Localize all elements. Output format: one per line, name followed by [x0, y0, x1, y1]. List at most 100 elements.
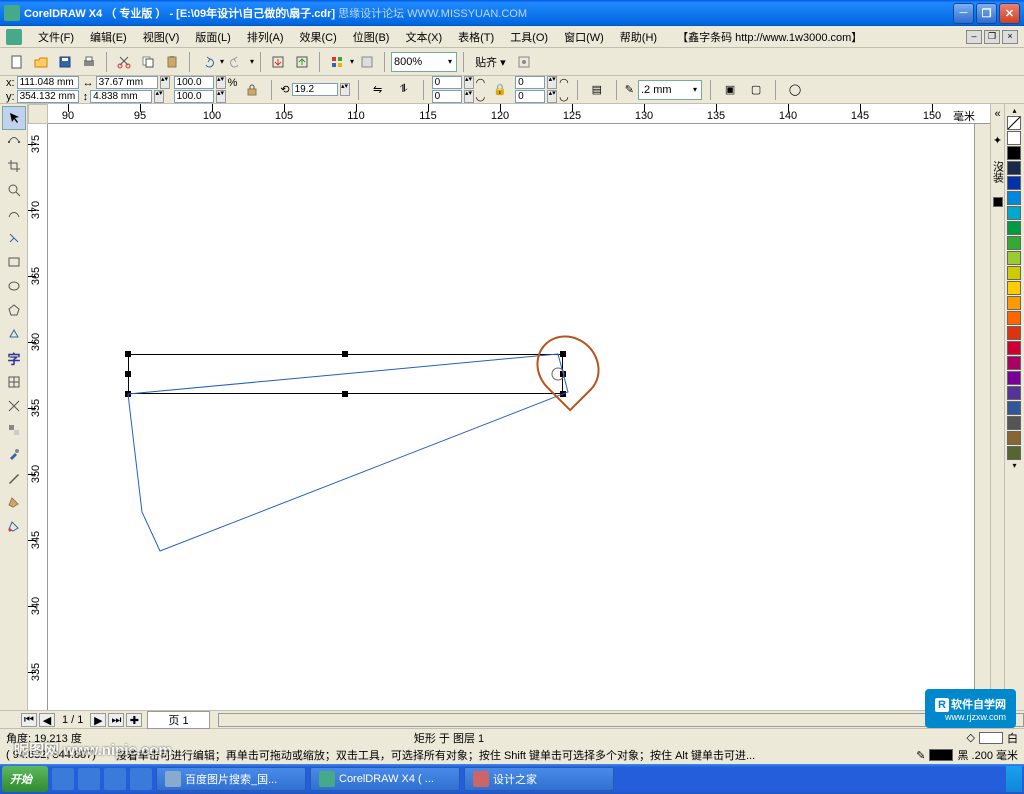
- fill-tool[interactable]: [2, 490, 26, 514]
- color-swatch[interactable]: [1007, 341, 1021, 355]
- mirror-h-icon[interactable]: ⇋: [367, 79, 389, 101]
- horizontal-ruler[interactable]: 9095100105110115120125130135140145150毫米: [48, 104, 990, 124]
- vertical-ruler[interactable]: 375370365360355350345340335: [28, 124, 48, 710]
- mirror-v-icon[interactable]: ⥮: [393, 79, 415, 101]
- smart-draw-tool[interactable]: [2, 226, 26, 250]
- mdi-close[interactable]: ×: [1002, 30, 1018, 44]
- outline-swatch[interactable]: [929, 749, 953, 761]
- copy-icon[interactable]: [137, 51, 159, 73]
- shape-tool[interactable]: [2, 130, 26, 154]
- pos-x-input[interactable]: [17, 76, 79, 89]
- zoom-level-select[interactable]: ▾: [391, 52, 457, 72]
- width-input[interactable]: [96, 76, 158, 89]
- pick-tool[interactable]: [2, 106, 26, 130]
- new-icon[interactable]: [6, 51, 28, 73]
- menu-view[interactable]: 视图(V): [135, 27, 188, 47]
- color-swatch[interactable]: [1007, 281, 1021, 295]
- ruler-origin[interactable]: [28, 104, 48, 124]
- color-swatch[interactable]: [1007, 176, 1021, 190]
- export-icon[interactable]: [291, 51, 313, 73]
- table-tool[interactable]: [2, 370, 26, 394]
- print-icon[interactable]: [78, 51, 100, 73]
- color-swatch[interactable]: [1007, 191, 1021, 205]
- color-swatch[interactable]: [1007, 386, 1021, 400]
- corner-a-input[interactable]: [432, 76, 462, 89]
- convert-curves-icon[interactable]: ◯: [784, 79, 806, 101]
- fill-indicator-icon[interactable]: ◇: [967, 731, 975, 744]
- minimize-button[interactable]: ─: [953, 3, 974, 24]
- save-icon[interactable]: [54, 51, 76, 73]
- docker-expand-icon[interactable]: «: [994, 108, 1000, 120]
- taskbar-item[interactable]: 百度图片搜索_国...: [156, 767, 306, 791]
- menu-edit[interactable]: 编辑(E): [82, 27, 135, 47]
- color-swatch[interactable]: [1007, 356, 1021, 370]
- cut-icon[interactable]: [113, 51, 135, 73]
- snap-menu[interactable]: 贴齐 ▾: [470, 51, 511, 73]
- docker-swatch[interactable]: [993, 197, 1003, 207]
- drawing-canvas[interactable]: [48, 124, 974, 710]
- app-launcher-icon[interactable]: [326, 51, 348, 73]
- quick-launch-icon[interactable]: [78, 768, 100, 790]
- interactive-fill-tool[interactable]: [2, 514, 26, 538]
- color-swatch[interactable]: [1007, 311, 1021, 325]
- docker-arrow-icon[interactable]: ✦: [991, 134, 1004, 147]
- menu-table[interactable]: 表格(T): [450, 27, 502, 47]
- color-swatch[interactable]: [1007, 401, 1021, 415]
- taskbar-item[interactable]: 设计之家: [464, 767, 614, 791]
- color-swatch[interactable]: [1007, 221, 1021, 235]
- outline-tool[interactable]: [2, 466, 26, 490]
- mdi-restore[interactable]: ❐: [984, 30, 1000, 44]
- color-swatch[interactable]: [1007, 446, 1021, 460]
- redo-icon[interactable]: [226, 51, 248, 73]
- open-icon[interactable]: [30, 51, 52, 73]
- maximize-button[interactable]: ❐: [976, 3, 997, 24]
- color-swatch[interactable]: [1007, 236, 1021, 250]
- import-icon[interactable]: [267, 51, 289, 73]
- fill-swatch[interactable]: [979, 732, 1003, 744]
- horizontal-scrollbar[interactable]: [218, 713, 1024, 727]
- dimension-tool[interactable]: [2, 394, 26, 418]
- last-page-button[interactable]: ⏭: [108, 713, 124, 727]
- welcome-icon[interactable]: [356, 51, 378, 73]
- add-page-button[interactable]: ✚: [126, 713, 142, 727]
- quick-launch-icon[interactable]: [104, 768, 126, 790]
- crop-tool[interactable]: [2, 154, 26, 178]
- prev-page-button[interactable]: ◀: [39, 713, 55, 727]
- outline-width-select[interactable]: ▾: [638, 80, 702, 100]
- menu-bitmap[interactable]: 位图(B): [345, 27, 398, 47]
- menu-external-link[interactable]: 【鑫字条码 http://www.1w3000.com】: [677, 29, 862, 45]
- wrap-text-icon[interactable]: ▤: [586, 79, 608, 101]
- system-tray[interactable]: [1006, 766, 1022, 792]
- taskbar-item[interactable]: CorelDRAW X4 ( ...: [310, 767, 460, 791]
- first-page-button[interactable]: ⏮: [21, 713, 37, 727]
- scale-y-input[interactable]: [174, 90, 214, 103]
- next-page-button[interactable]: ▶: [90, 713, 106, 727]
- pos-y-input[interactable]: [17, 90, 79, 103]
- outline-indicator-icon[interactable]: ✎: [916, 749, 925, 762]
- start-button[interactable]: 开始: [2, 766, 48, 792]
- color-swatch[interactable]: [1007, 266, 1021, 280]
- paste-icon[interactable]: [161, 51, 183, 73]
- to-front-icon[interactable]: ▣: [719, 79, 741, 101]
- menu-help[interactable]: 帮助(H): [612, 27, 665, 47]
- rectangle-tool[interactable]: [2, 250, 26, 274]
- to-back-icon[interactable]: ▢: [745, 79, 767, 101]
- menu-text[interactable]: 文本(X): [397, 27, 450, 47]
- height-input[interactable]: [90, 90, 152, 103]
- color-swatch[interactable]: [1007, 146, 1021, 160]
- freehand-tool[interactable]: [2, 202, 26, 226]
- basic-shapes-tool[interactable]: [2, 322, 26, 346]
- close-button[interactable]: ✕: [999, 3, 1020, 24]
- color-swatch[interactable]: [1007, 206, 1021, 220]
- mdi-minimize[interactable]: –: [966, 30, 982, 44]
- color-swatch[interactable]: [1007, 296, 1021, 310]
- color-swatch[interactable]: [1007, 161, 1021, 175]
- color-swatch[interactable]: [1007, 251, 1021, 265]
- menu-tools[interactable]: 工具(O): [502, 27, 556, 47]
- palette-up-icon[interactable]: ▴: [1007, 106, 1022, 115]
- angle-input[interactable]: [292, 83, 338, 96]
- lock-ratio-icon[interactable]: [241, 79, 263, 101]
- ellipse-tool[interactable]: [2, 274, 26, 298]
- color-swatch[interactable]: [1007, 326, 1021, 340]
- color-swatch[interactable]: [1007, 371, 1021, 385]
